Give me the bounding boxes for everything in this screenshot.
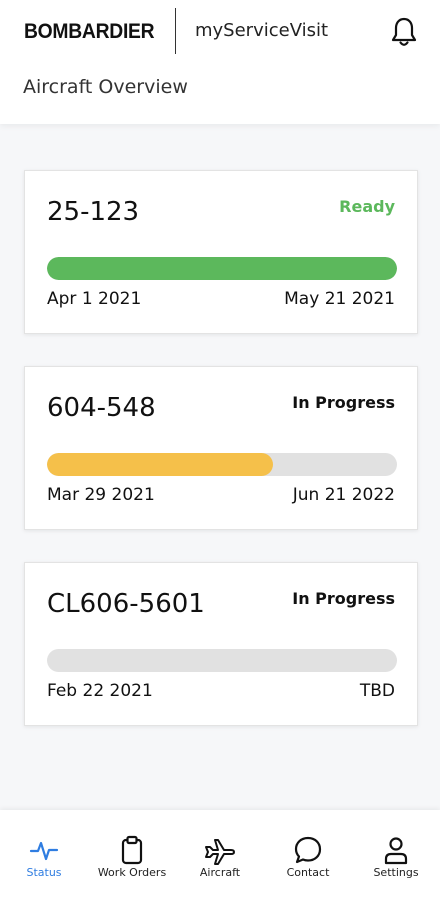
status-badge: In Progress — [292, 393, 395, 412]
progress-fill — [47, 453, 273, 476]
status-badge: Ready — [339, 197, 395, 216]
clipboard-icon — [121, 835, 143, 865]
bottom-nav: Status Work Orders Aircraft Contact Sett… — [0, 810, 440, 910]
progress-bar — [47, 257, 397, 280]
status-badge: In Progress — [292, 589, 395, 608]
nav-item-status[interactable]: Status — [0, 828, 88, 898]
end-date: TBD — [359, 681, 395, 701]
plane-icon — [205, 839, 235, 865]
start-date: Feb 22 2021 — [47, 681, 153, 701]
nav-label: Contact — [286, 866, 330, 879]
progress-fill — [47, 257, 397, 280]
activity-icon — [29, 841, 59, 861]
brand-logo: BOMBARDIER — [24, 20, 155, 43]
nav-item-aircraft[interactable]: Aircraft — [176, 828, 264, 898]
aircraft-card[interactable]: 25-123 Ready Apr 1 2021 May 21 2021 — [24, 170, 418, 334]
notifications-button[interactable] — [390, 16, 418, 48]
aircraft-card[interactable]: CL606-5601 In Progress Feb 22 2021 TBD — [24, 562, 418, 726]
progress-bar — [47, 453, 397, 476]
aircraft-id: CL606-5601 — [47, 589, 205, 619]
app-title: myServiceVisit — [195, 20, 329, 41]
start-date: Apr 1 2021 — [47, 289, 142, 309]
end-date: May 21 2021 — [284, 289, 395, 309]
app-header: BOMBARDIER myServiceVisit Aircraft Overv… — [0, 0, 440, 124]
user-icon — [384, 837, 408, 865]
nav-label: Work Orders — [97, 866, 167, 879]
page-title: Aircraft Overview — [23, 76, 188, 98]
aircraft-id: 25-123 — [47, 197, 140, 227]
nav-item-contact[interactable]: Contact — [264, 828, 352, 898]
nav-item-work-orders[interactable]: Work Orders — [88, 828, 176, 898]
nav-item-settings[interactable]: Settings — [352, 828, 440, 898]
nav-label: Settings — [373, 866, 419, 879]
nav-label: Aircraft — [199, 866, 241, 879]
aircraft-id: 604-548 — [47, 393, 156, 423]
start-date: Mar 29 2021 — [47, 485, 155, 505]
nav-label: Status — [26, 866, 62, 879]
aircraft-card[interactable]: 604-548 In Progress Mar 29 2021 Jun 21 2… — [24, 366, 418, 530]
progress-bar — [47, 649, 397, 672]
header-divider — [175, 8, 176, 54]
bell-icon — [391, 17, 417, 46]
chat-icon — [294, 836, 322, 864]
end-date: Jun 21 2022 — [292, 485, 395, 505]
